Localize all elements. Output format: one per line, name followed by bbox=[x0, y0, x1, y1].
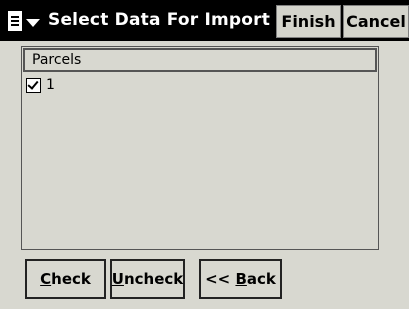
list-column-header[interactable]: Parcels bbox=[23, 48, 377, 72]
list-item[interactable]: 1 bbox=[26, 75, 55, 95]
check-mnemonic: C bbox=[40, 270, 52, 288]
back-mnemonic: B bbox=[235, 270, 247, 288]
item-checkbox[interactable] bbox=[26, 77, 41, 93]
dropdown-arrow-icon bbox=[26, 19, 40, 27]
check-label-rest: heck bbox=[51, 270, 91, 288]
document-menu-icon bbox=[8, 11, 22, 31]
list-item-label: 1 bbox=[46, 77, 55, 93]
parcels-list[interactable]: Parcels 1 bbox=[21, 46, 379, 250]
uncheck-mnemonic: U bbox=[111, 270, 124, 288]
page-title: Select Data For Import bbox=[48, 10, 271, 30]
menu-button[interactable] bbox=[4, 6, 44, 36]
finish-button[interactable]: Finish bbox=[276, 5, 341, 38]
uncheck-label-rest: ncheck bbox=[123, 270, 184, 288]
back-button[interactable]: << Back bbox=[199, 259, 282, 299]
cancel-button[interactable]: Cancel bbox=[343, 5, 409, 38]
back-prefix: << bbox=[205, 270, 236, 288]
uncheck-button[interactable]: Uncheck bbox=[110, 259, 185, 299]
check-button[interactable]: Check bbox=[25, 259, 106, 299]
back-label-rest: ack bbox=[246, 270, 276, 288]
title-bar: Select Data For Import Finish Cancel bbox=[0, 0, 409, 41]
